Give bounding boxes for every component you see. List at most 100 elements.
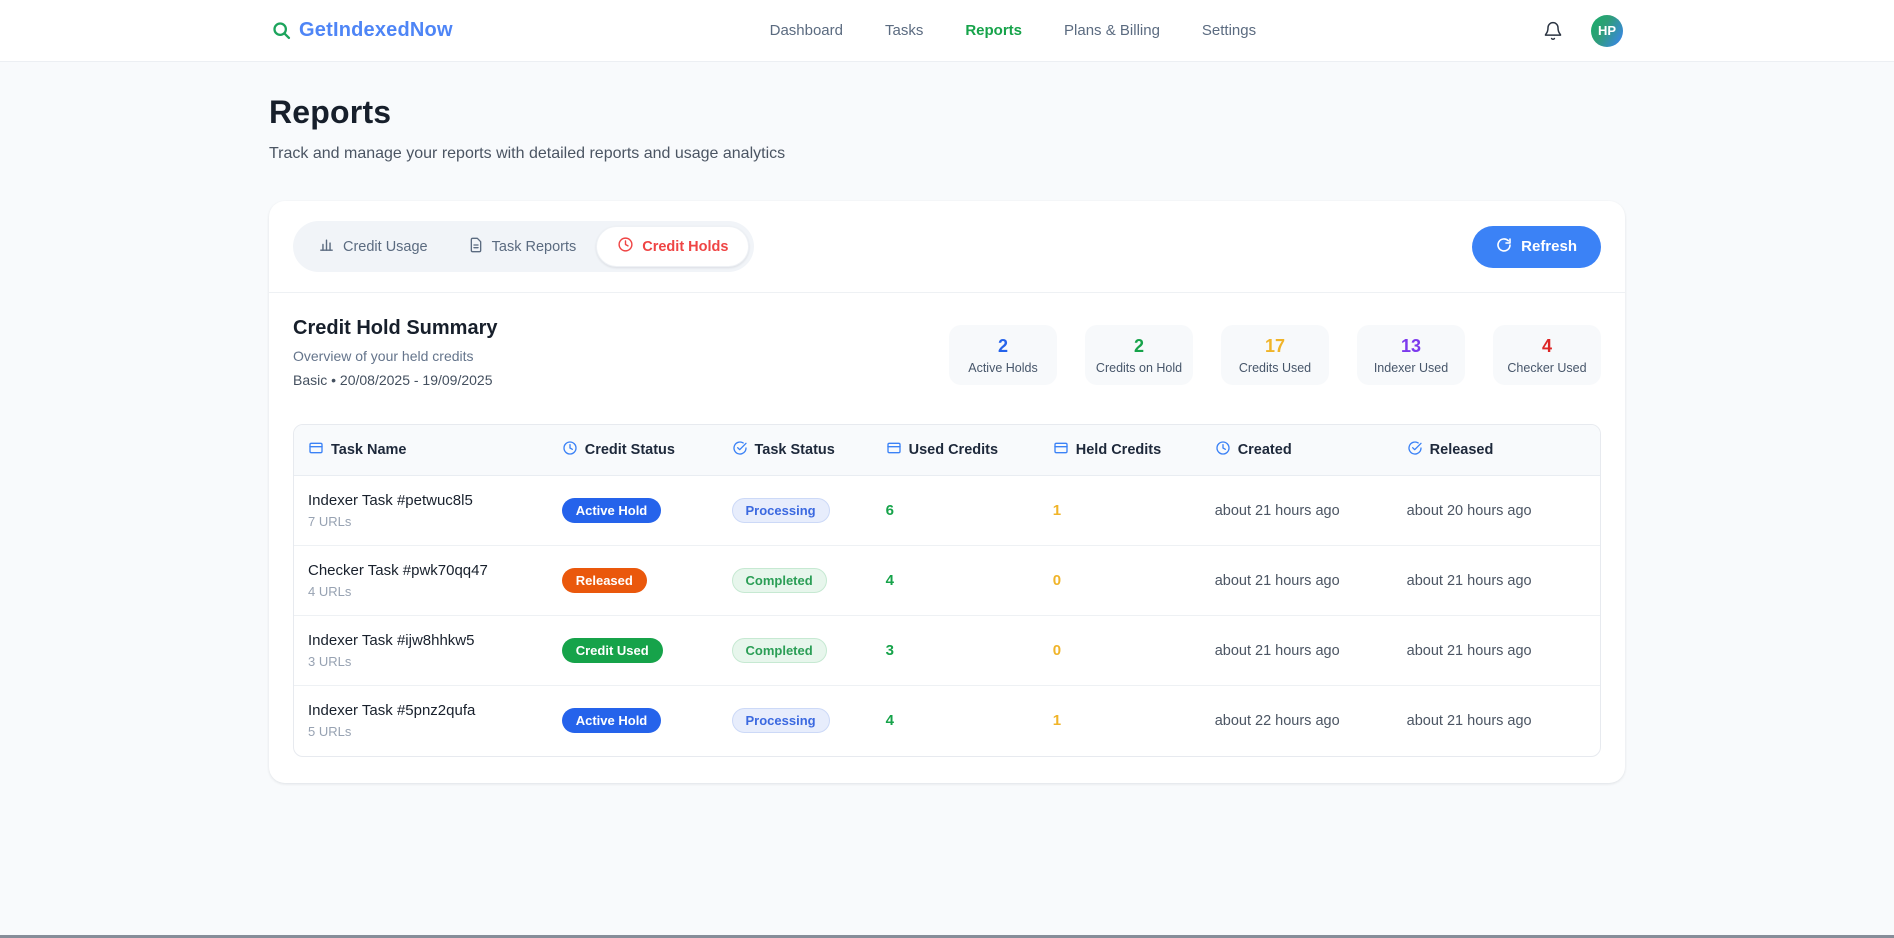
clock-icon: [562, 440, 578, 460]
col-created: Created: [1215, 425, 1407, 476]
stat-credits-used: 17 Credits Used: [1221, 325, 1329, 385]
summary-title: Credit Hold Summary: [293, 317, 497, 340]
stat-value: 17: [1227, 336, 1323, 357]
tab-credit-usage[interactable]: Credit Usage: [298, 227, 448, 266]
stat-label: Indexer Used: [1363, 361, 1459, 375]
brand-logo[interactable]: GetIndexedNow: [271, 19, 453, 42]
stat-credits-on-hold: 2 Credits on Hold: [1085, 325, 1193, 385]
stat-value: 2: [955, 336, 1051, 357]
table-row: Indexer Task #ijw8hhkw5 3 URLs Credit Us…: [294, 616, 1600, 686]
refresh-icon: [1496, 237, 1512, 257]
card-icon: [886, 440, 902, 460]
task-url-count: 4 URLs: [308, 584, 554, 599]
created-time: about 21 hours ago: [1215, 643, 1340, 659]
credit-status-badge: Active Hold: [562, 708, 662, 733]
search-icon: [271, 20, 292, 41]
tab-label: Credit Usage: [343, 239, 428, 255]
task-url-count: 5 URLs: [308, 724, 554, 739]
held-credits-value: 0: [1053, 642, 1061, 659]
created-time: about 21 hours ago: [1215, 503, 1340, 519]
stat-label: Credits on Hold: [1091, 361, 1187, 375]
held-credits-value: 0: [1053, 572, 1061, 589]
stat-label: Credits Used: [1227, 361, 1323, 375]
refresh-button[interactable]: Refresh: [1472, 226, 1601, 268]
stat-value: 4: [1499, 336, 1595, 357]
used-credits-value: 4: [886, 572, 894, 589]
stat-label: Checker Used: [1499, 361, 1595, 375]
nav-item-reports[interactable]: Reports: [965, 22, 1022, 39]
check-circle-icon: [1407, 440, 1423, 460]
bar-chart-icon: [318, 236, 335, 257]
stat-label: Active Holds: [955, 361, 1051, 375]
table-row: Indexer Task #petwuc8l5 7 URLs Active Ho…: [294, 476, 1600, 546]
task-name: Indexer Task #5pnz2qufa: [308, 702, 554, 719]
page-title: Reports: [269, 94, 1625, 131]
task-status-badge: Completed: [732, 638, 827, 663]
col-used-credits: Used Credits: [886, 425, 1053, 476]
clock-icon: [1215, 440, 1231, 460]
used-credits-value: 3: [886, 642, 894, 659]
document-icon: [468, 237, 484, 257]
held-credits-value: 1: [1053, 712, 1061, 729]
released-time: about 21 hours ago: [1407, 713, 1532, 729]
nav-item-dashboard[interactable]: Dashboard: [770, 22, 843, 39]
col-task-status: Task Status: [732, 425, 886, 476]
task-status-badge: Processing: [732, 708, 830, 733]
check-circle-icon: [732, 440, 748, 460]
brand-name: GetIndexedNow: [299, 19, 453, 42]
summary-period: Basic • 20/08/2025 - 19/09/2025: [293, 372, 497, 388]
reports-page: Reports Track and manage your reports wi…: [269, 62, 1625, 783]
summary-subtitle: Overview of your held credits: [293, 348, 497, 364]
tab-credit-holds[interactable]: Credit Holds: [596, 226, 749, 267]
tab-task-reports[interactable]: Task Reports: [448, 228, 597, 266]
task-name: Indexer Task #petwuc8l5: [308, 492, 554, 509]
nav-item-plans-billing[interactable]: Plans & Billing: [1064, 22, 1160, 39]
used-credits-value: 6: [886, 502, 894, 519]
stat-active-holds: 2 Active Holds: [949, 325, 1057, 385]
summary-stats: 2 Active Holds 2 Credits on Hold 17 Cred…: [949, 325, 1601, 385]
created-time: about 22 hours ago: [1215, 713, 1340, 729]
credit-hold-summary: Credit Hold Summary Overview of your hel…: [293, 293, 1601, 388]
credit-status-badge: Credit Used: [562, 638, 663, 663]
credit-status-badge: Active Hold: [562, 498, 662, 523]
top-nav: GetIndexedNow Dashboard Tasks Reports Pl…: [0, 0, 1894, 62]
task-status-badge: Processing: [732, 498, 830, 523]
user-avatar[interactable]: HP: [1591, 15, 1623, 47]
task-name: Indexer Task #ijw8hhkw5: [308, 632, 554, 649]
page-subtitle: Track and manage your reports with detai…: [269, 145, 1625, 163]
col-released: Released: [1407, 425, 1600, 476]
stat-indexer-used: 13 Indexer Used: [1357, 325, 1465, 385]
refresh-label: Refresh: [1521, 238, 1577, 255]
released-time: about 21 hours ago: [1407, 573, 1532, 589]
table-header-row: Task Name Credit Status Task Status Used…: [294, 425, 1600, 476]
col-task-name: Task Name: [294, 425, 562, 476]
held-credits-value: 1: [1053, 502, 1061, 519]
stat-value: 2: [1091, 336, 1187, 357]
tab-label: Credit Holds: [642, 239, 728, 255]
col-held-credits: Held Credits: [1053, 425, 1215, 476]
nav-item-tasks[interactable]: Tasks: [885, 22, 923, 39]
col-credit-status: Credit Status: [562, 425, 732, 476]
released-time: about 21 hours ago: [1407, 643, 1532, 659]
task-url-count: 7 URLs: [308, 514, 554, 529]
used-credits-value: 4: [886, 712, 894, 729]
released-time: about 20 hours ago: [1407, 503, 1532, 519]
clock-icon: [617, 236, 634, 257]
main-nav: Dashboard Tasks Reports Plans & Billing …: [483, 22, 1543, 39]
created-time: about 21 hours ago: [1215, 573, 1340, 589]
task-url-count: 3 URLs: [308, 654, 554, 669]
card-icon: [1053, 440, 1069, 460]
table-row: Checker Task #pwk70qq47 4 URLs Released …: [294, 546, 1600, 616]
task-status-badge: Completed: [732, 568, 827, 593]
table-row: Indexer Task #5pnz2qufa 5 URLs Active Ho…: [294, 686, 1600, 756]
card-icon: [308, 440, 324, 460]
nav-item-settings[interactable]: Settings: [1202, 22, 1256, 39]
credit-status-badge: Released: [562, 568, 647, 593]
credit-holds-table: Task Name Credit Status Task Status Used…: [293, 424, 1601, 757]
notification-bell-icon[interactable]: [1543, 21, 1563, 41]
task-name: Checker Task #pwk70qq47: [308, 562, 554, 579]
stat-checker-used: 4 Checker Used: [1493, 325, 1601, 385]
reports-card: Credit Usage Task Reports: [269, 201, 1625, 783]
stat-value: 13: [1363, 336, 1459, 357]
tab-label: Task Reports: [492, 239, 577, 255]
